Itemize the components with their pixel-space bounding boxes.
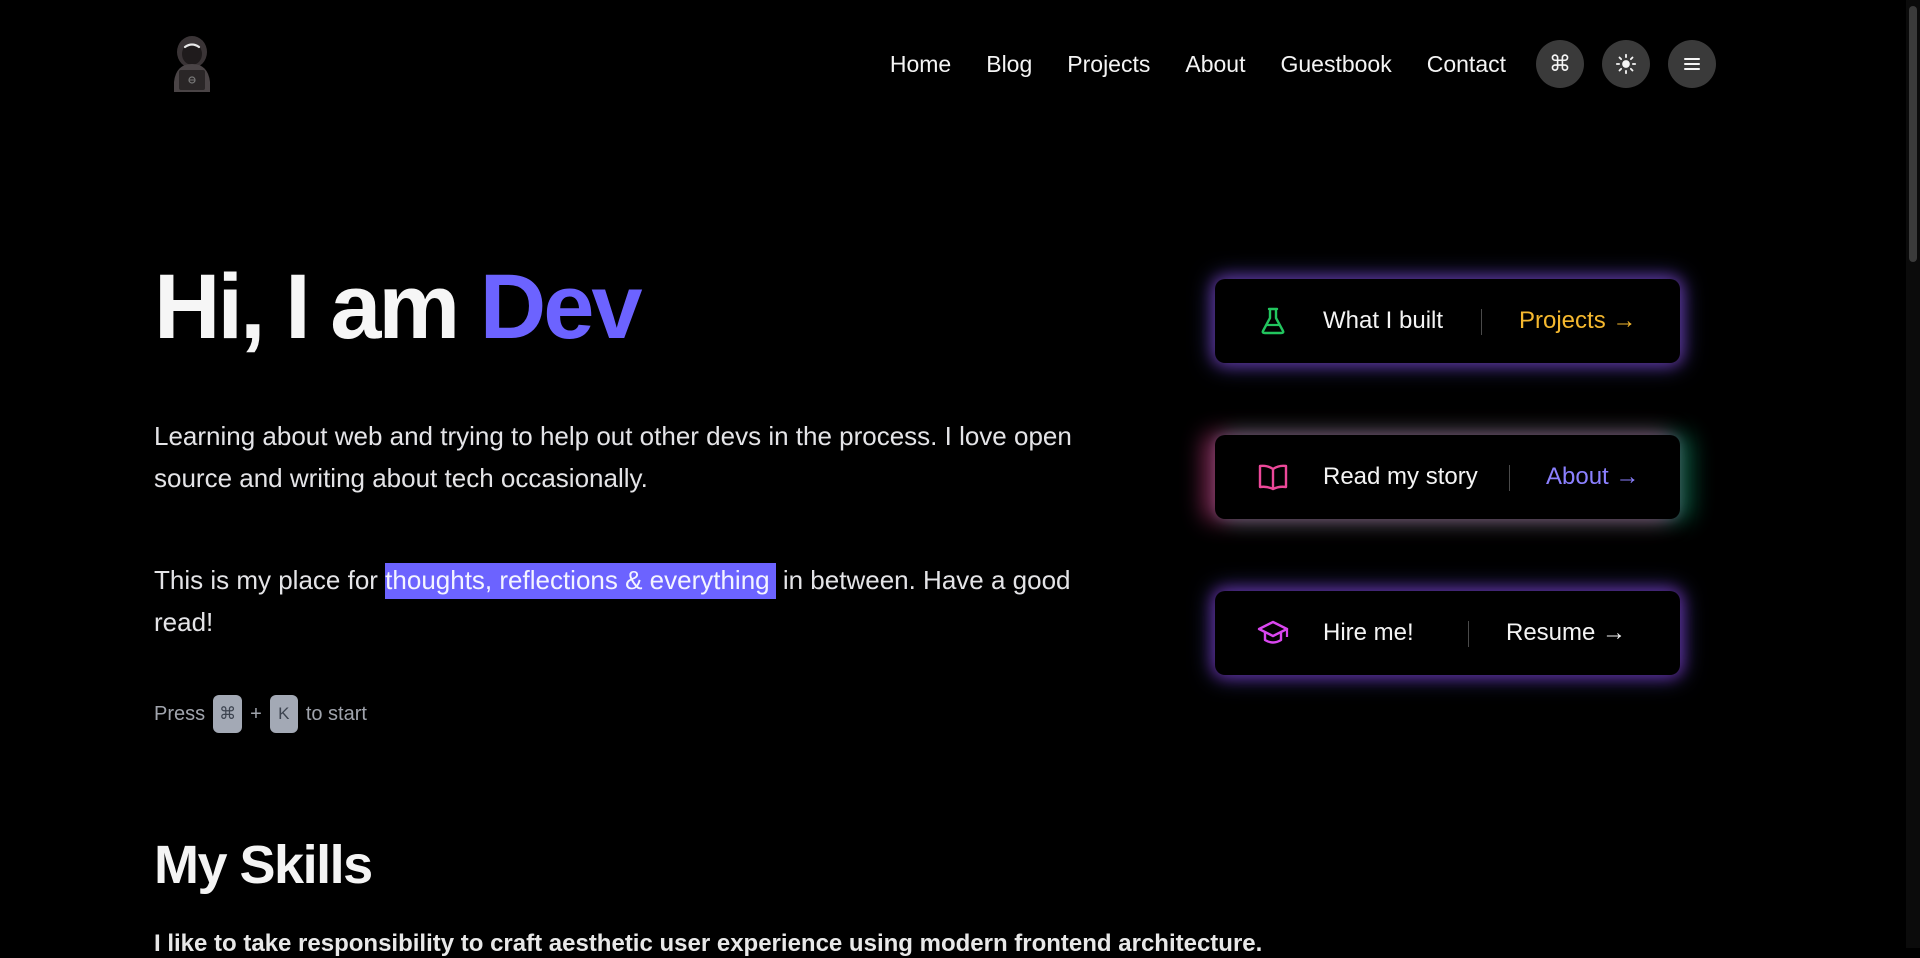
graduation-cap-icon: [1257, 620, 1289, 644]
card-divider: [1481, 309, 1482, 335]
avatar-logo[interactable]: [166, 30, 218, 94]
skills-description: I like to take responsibility to craft a…: [154, 930, 1263, 957]
theme-toggle-button[interactable]: [1602, 40, 1650, 88]
card-resume-label: Hire me!: [1323, 619, 1414, 646]
nav-projects[interactable]: Projects: [1067, 36, 1150, 92]
hero-title-prefix: Hi, I am: [154, 256, 480, 358]
press-suffix: to start: [305, 702, 367, 725]
nav-home[interactable]: Home: [890, 36, 951, 92]
nav-action-buttons: ⌘: [1536, 40, 1716, 88]
para2-before: This is my place for: [154, 565, 386, 595]
command-key: ⌘: [213, 695, 243, 733]
hamburger-menu-icon: [1684, 58, 1700, 70]
hero-title-name: Dev: [479, 256, 643, 358]
hero-intro-paragraph: Learning about web and trying to help ou…: [154, 421, 1072, 493]
card-projects-label: What I built: [1323, 307, 1444, 334]
hero-title: Hi, I am Dev: [154, 252, 643, 362]
menu-button[interactable]: [1668, 40, 1716, 88]
book-icon: [1258, 464, 1288, 491]
card-resume-link[interactable]: Resume →: [1506, 591, 1626, 675]
card-about-label: Read my story: [1323, 463, 1478, 490]
card-projects[interactable]: What I built Projects →: [1215, 279, 1680, 363]
nav-blog[interactable]: Blog: [986, 36, 1032, 92]
card-about-link[interactable]: About →: [1546, 435, 1639, 519]
highlighted-text: thoughts, reflections & everything: [385, 563, 776, 599]
nav-guestbook[interactable]: Guestbook: [1280, 36, 1391, 92]
hero-secondary-paragraph: This is my place for thoughts, reflectio…: [154, 559, 1114, 643]
keyboard-shortcut-hint: Press ⌘ + K to start: [154, 695, 367, 733]
sun-icon: [1615, 53, 1637, 75]
scrollbar-thumb[interactable]: [1909, 6, 1917, 262]
nav-about[interactable]: About: [1185, 36, 1245, 92]
card-about[interactable]: Read my story About →: [1215, 435, 1680, 519]
command-icon: ⌘: [1549, 51, 1571, 76]
flask-icon: [1261, 307, 1285, 335]
k-key: K: [269, 695, 298, 733]
card-divider: [1509, 465, 1510, 491]
skills-heading: My Skills: [154, 835, 373, 895]
command-palette-button[interactable]: ⌘: [1536, 40, 1584, 88]
site-header: Home Blog Projects About Guestbook Conta…: [0, 0, 1920, 130]
card-divider: [1468, 621, 1469, 647]
main-nav: Home Blog Projects About Guestbook Conta…: [890, 36, 1716, 92]
card-resume[interactable]: Hire me! Resume →: [1215, 591, 1680, 675]
card-projects-link[interactable]: Projects →: [1519, 279, 1636, 363]
page-scrollbar[interactable]: [1906, 0, 1920, 948]
press-label: Press: [154, 702, 206, 725]
plus-sign: +: [250, 702, 262, 725]
nav-contact[interactable]: Contact: [1427, 36, 1506, 92]
